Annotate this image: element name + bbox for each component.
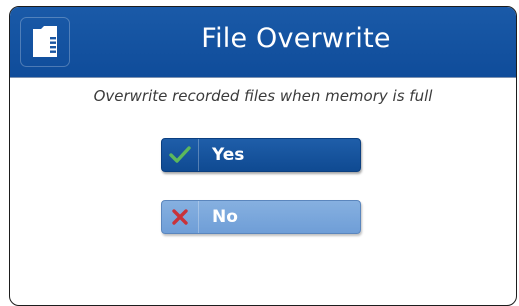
check-icon bbox=[162, 139, 198, 171]
header-divider bbox=[10, 77, 516, 78]
option-divider bbox=[198, 139, 199, 171]
memory-card-icon bbox=[20, 17, 70, 67]
x-icon bbox=[162, 201, 198, 233]
dialog-header: File Overwrite bbox=[10, 7, 516, 77]
dialog-title: File Overwrite bbox=[201, 23, 391, 54]
option-divider bbox=[198, 201, 199, 233]
dialog-message: Overwrite recorded files when memory is … bbox=[93, 87, 433, 105]
no-option-label: No bbox=[212, 207, 238, 227]
yes-option-label: Yes bbox=[212, 145, 245, 165]
yes-option-button[interactable]: Yes bbox=[161, 138, 361, 172]
no-option-button[interactable]: No bbox=[161, 200, 361, 234]
